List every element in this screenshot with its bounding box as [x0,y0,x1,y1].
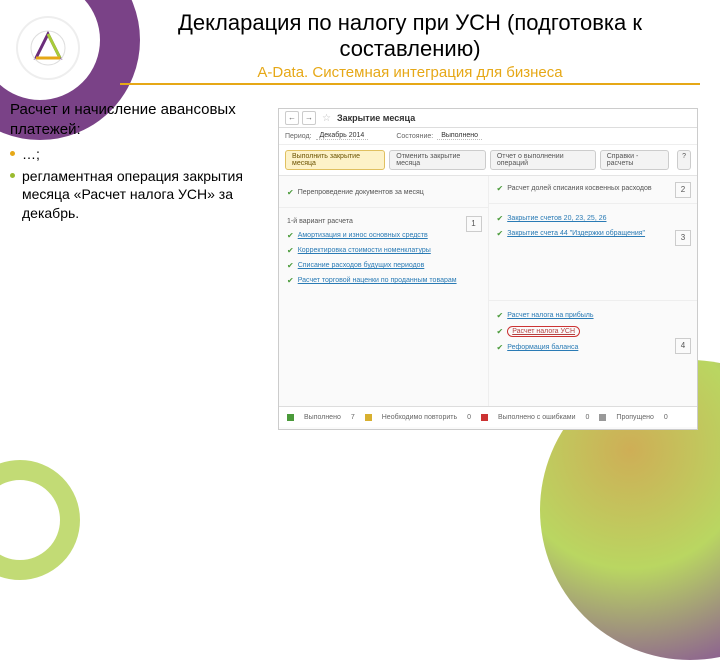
window-title: Закрытие месяца [337,113,415,123]
op-link[interactable]: Закрытие счета 44 "Издержки обращения" [507,230,645,237]
execute-button[interactable]: Выполнить закрытие месяца [285,150,385,170]
bg-arc-bottom-left [0,460,80,580]
status-footer: Выполнено7 Необходимо повторить0 Выполне… [279,406,697,427]
op-link[interactable]: Реформация баланса [507,344,578,351]
star-icon[interactable]: ☆ [322,113,331,124]
app-screenshot: ← → ☆ Закрытие месяца Период: Декабрь 20… [278,108,698,430]
check-icon: ✔ [497,184,504,193]
op-link[interactable]: Закрытие счетов 20, 23, 25, 26 [507,215,606,222]
check-icon: ✔ [287,261,294,270]
status-swatch-error [481,414,488,421]
logo [18,18,78,78]
cancel-button[interactable]: Отменить закрытие месяца [389,150,486,170]
check-icon: ✔ [497,327,504,336]
op-link[interactable]: Расчет торговой наценки по проданным тов… [298,277,457,284]
check-icon: ✔ [497,214,504,223]
page-subtitle: A-Data. Системная интеграция для бизнеса [120,64,700,85]
check-icon: ✔ [287,231,294,240]
content-heading: Расчет и начисление авансовых платежей: [10,100,270,139]
refs-button[interactable]: Справки - расчеты [600,150,669,170]
bullet-dot-icon [10,173,15,178]
step-badge: 1 [466,216,482,232]
page-title: Декларация по налогу при УСН (подготовка… [120,10,700,62]
period-value[interactable]: Декабрь 2014 [316,132,369,140]
status-label: Состояние: [396,133,433,140]
report-button[interactable]: Отчет о выполнении операций [490,150,596,170]
check-icon: ✔ [497,343,504,352]
filter-row: Период: Декабрь 2014 Состояние: Выполнен… [279,128,697,145]
back-icon[interactable]: ← [285,111,299,125]
right-column: 2 ✔Расчет долей списания косвенных расхо… [488,176,698,406]
status-swatch-done [287,414,294,421]
toolbar: Выполнить закрытие месяца Отменить закры… [279,145,697,176]
check-icon: ✔ [287,276,294,285]
check-icon: ✔ [287,188,294,197]
check-icon: ✔ [497,311,504,320]
step-badge: 2 [675,182,691,198]
op-link[interactable]: Списание расходов будущих периодов [298,262,425,269]
step-badge: 4 [675,338,691,354]
status-value: Выполнено [437,132,482,140]
logo-icon [28,28,68,68]
op-link[interactable]: Расчет налога на прибыль [507,312,593,319]
help-button[interactable]: ? [677,150,691,170]
check-icon: ✔ [287,246,294,255]
bullet-item: регламентная операция закрытия месяца «Р… [10,167,270,222]
period-label: Период: [285,133,312,140]
bullet-item: …; [10,145,270,163]
window-header: ← → ☆ Закрытие месяца [279,109,697,128]
status-swatch-skip [599,414,606,421]
highlighted-op: Расчет налога УСН [507,326,580,337]
bullet-dot-icon [10,151,15,156]
forward-icon[interactable]: → [302,111,316,125]
check-icon: ✔ [497,229,504,238]
status-swatch-repeat [365,414,372,421]
content-block: Расчет и начисление авансовых платежей: … [10,100,270,226]
nav-buttons: ← → [285,111,316,125]
op-link[interactable]: Расчет налога УСН [512,328,575,335]
step-badge: 3 [675,230,691,246]
op-link[interactable]: Корректировка стоимости номенклатуры [298,247,431,254]
op-link[interactable]: Амортизация и износ основных средств [298,232,428,239]
left-column: ✔Перепроведение документов за месяц 1 1-… [279,176,488,406]
